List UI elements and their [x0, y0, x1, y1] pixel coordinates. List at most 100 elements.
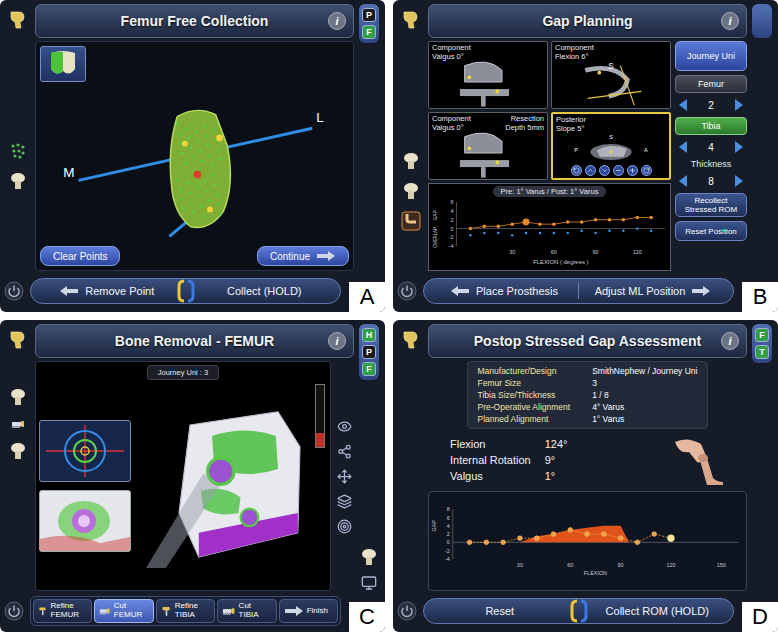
increase-icon[interactable]	[735, 175, 743, 187]
reading-name: Valgus	[450, 470, 531, 482]
footer-button[interactable]: Remove Point	[37, 283, 177, 299]
step-tab[interactable]: Refine FEMUR	[33, 599, 92, 623]
footer-button[interactable]: Collect (HOLD)	[195, 283, 335, 299]
screenshot-icon[interactable]	[361, 575, 377, 591]
footer-button-label: Place Prosthesis	[476, 285, 558, 297]
saw-icon	[99, 604, 110, 618]
svg-text:0: 0	[447, 539, 450, 545]
info-button[interactable]: i	[328, 332, 346, 350]
implant-view-drawing[interactable]	[429, 61, 547, 108]
svg-text:-4: -4	[449, 243, 454, 249]
panel-content: Manufacturer/DesignSmithNephew / Journey…	[428, 361, 747, 591]
knee-logo-icon[interactable]	[7, 329, 29, 351]
svg-text:4: 4	[447, 523, 450, 529]
gap-assessment-chart[interactable]: 86420-2-4GAP306090120150FLEXION	[429, 492, 746, 590]
action-button[interactable]: Continue	[257, 246, 349, 266]
view-grid: ComponentValgus 0°ComponentFlexion 6°SCo…	[428, 41, 671, 180]
move-icon[interactable]	[337, 469, 352, 484]
gap-chart-box: Pre: 1° Varus / Post: 1° Varus6420-2-4GA…	[428, 183, 671, 271]
rotate-left-icon	[573, 167, 580, 174]
femur-tool-icon[interactable]	[8, 387, 28, 407]
status-rail: HPF	[359, 324, 379, 380]
implant-view-drawing[interactable]: S	[552, 61, 670, 108]
info-button[interactable]: i	[721, 12, 739, 30]
implant-button[interactable]: Journey Uni	[675, 41, 747, 71]
svg-text:90: 90	[593, 249, 599, 255]
plus-button[interactable]	[627, 165, 638, 176]
power-icon[interactable]	[397, 601, 417, 621]
size-stepper[interactable]: 4	[675, 139, 747, 155]
minus-button[interactable]	[613, 165, 624, 176]
tibia-button[interactable]: Tibia	[675, 117, 747, 135]
implant-viewport[interactable]: ComponentFlexion 6°S	[551, 41, 671, 109]
decrease-icon[interactable]	[679, 141, 687, 153]
info-button[interactable]: i	[721, 332, 739, 350]
femur-bone-drawing[interactable]	[135, 384, 311, 587]
eye-icon[interactable]	[337, 419, 352, 434]
action-button[interactable]: Recollect Stressed ROM	[675, 193, 747, 217]
femur-button[interactable]: Femur	[675, 75, 747, 93]
knee-view-icon[interactable]	[401, 211, 421, 231]
tibia-tool-icon[interactable]	[401, 181, 421, 201]
summary-value: 1 / 8	[592, 390, 697, 400]
orientation-mark: A	[644, 147, 648, 153]
gap-plan-chart[interactable]: 6420-2-4GAPOVERLAP306090120FLEXION ( deg…	[429, 197, 670, 270]
implant-summary: Manufacturer/DesignSmithNephew / Journey…	[467, 361, 709, 429]
step-tab[interactable]: Refine TIBIA	[156, 599, 215, 623]
bone-model-icon[interactable]	[8, 171, 28, 191]
decrease-icon[interactable]	[679, 99, 687, 111]
step-tab[interactable]: Cut FEMUR	[94, 599, 153, 623]
summary-key: Tibia Size/Thickness	[478, 390, 571, 400]
power-icon[interactable]	[4, 601, 24, 621]
target-icon[interactable]	[337, 519, 352, 534]
step-tab[interactable]: Cut TIBIA	[217, 599, 276, 623]
point-cloud-icon[interactable]	[8, 141, 28, 161]
knee-logo-icon[interactable]	[7, 9, 29, 31]
bone-viewport[interactable]: MLClear Points Continue	[35, 41, 354, 271]
footer-button[interactable]: Collect ROM (HOLD)	[588, 603, 728, 619]
action-button[interactable]: Reset Position	[675, 221, 747, 241]
footer-button[interactable]: Place Prosthesis	[430, 283, 578, 299]
svg-text:OVERLAP: OVERLAP	[433, 227, 438, 248]
share-icon[interactable]	[337, 444, 352, 459]
femur-model-drawing[interactable]: ML	[40, 82, 349, 246]
implant-viewport[interactable]: PosteriorSlope 5°SPA	[551, 112, 671, 180]
implant-view-drawing[interactable]	[429, 132, 547, 179]
increase-icon[interactable]	[735, 99, 743, 111]
layers-icon[interactable]	[337, 494, 352, 509]
action-button[interactable]: Clear Points	[40, 246, 120, 266]
decrease-icon[interactable]	[679, 175, 687, 187]
size-stepper[interactable]: 2	[675, 97, 747, 113]
knee-logo-icon[interactable]	[400, 329, 422, 351]
panel-content: ComponentValgus 0°ComponentFlexion 6°SCo…	[428, 41, 747, 271]
svg-text:GAP: GAP	[433, 209, 438, 220]
femur-tool-icon[interactable]	[401, 151, 421, 171]
rotate-left-button[interactable]	[571, 165, 582, 176]
power-icon[interactable]	[397, 281, 417, 301]
footer-button[interactable]: Reset	[430, 603, 570, 619]
svg-text:30: 30	[509, 249, 515, 255]
bone-view-icon[interactable]	[359, 547, 379, 567]
svg-text:6: 6	[447, 515, 450, 521]
hammer-icon	[38, 604, 48, 618]
bone-removal-viewport[interactable]: Journey Uni : 3	[35, 361, 331, 591]
step-tab[interactable]: Finish	[279, 599, 338, 623]
summary-key: Manufacturer/Design	[478, 366, 571, 376]
rotate-right-button[interactable]	[641, 165, 652, 176]
tibia-tool-icon[interactable]	[8, 441, 28, 461]
power-icon[interactable]	[4, 281, 24, 301]
knee-logo-icon[interactable]	[400, 9, 422, 31]
size-stepper[interactable]: 8	[675, 173, 747, 189]
down-button[interactable]	[599, 165, 610, 176]
info-button[interactable]: i	[328, 12, 346, 30]
footer-button[interactable]: Adjust ML Position	[579, 283, 727, 299]
up-button[interactable]	[585, 165, 596, 176]
implant-viewport[interactable]: ComponentValgus 0°	[428, 41, 548, 109]
increase-icon[interactable]	[735, 141, 743, 153]
footer: Reset Collect ROM (HOLD)	[397, 594, 774, 628]
implant-view-drawing[interactable]: SPA	[553, 133, 669, 165]
view-tools	[334, 361, 354, 591]
bone-removal-panel: Bone Removal - FEMURiHPFJourney Uni : 3R…	[0, 320, 385, 632]
summary-value: 1° Varus	[592, 414, 697, 424]
implant-viewport[interactable]: ComponentValgus 0°ResectionDepth 5mm	[428, 112, 548, 180]
